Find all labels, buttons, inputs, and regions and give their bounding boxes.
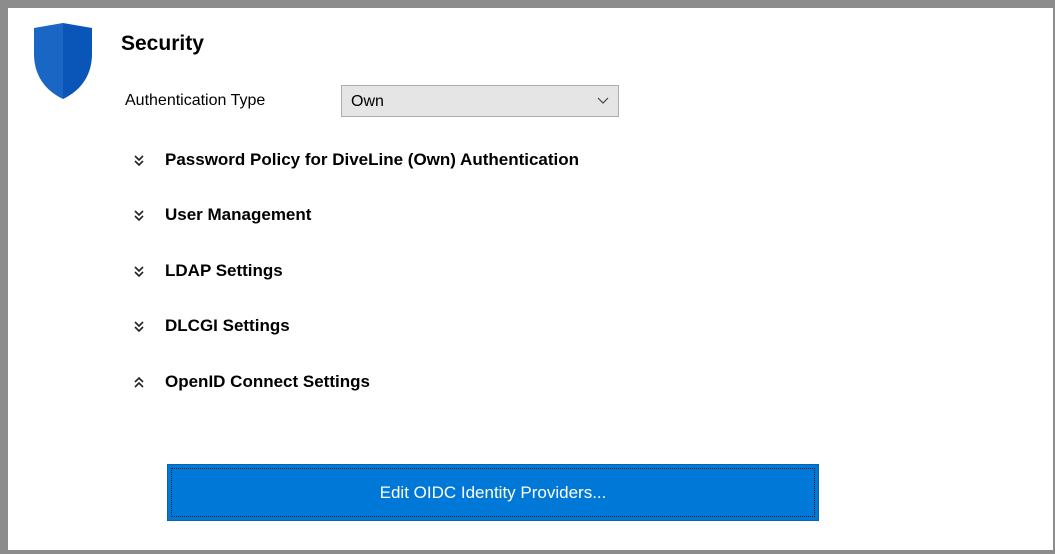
authentication-type-label: Authentication Type: [125, 92, 266, 109]
double-chevron-down-icon: [134, 210, 144, 222]
edit-oidc-identity-providers-button[interactable]: Edit OIDC Identity Providers...: [167, 464, 819, 521]
section-user-management-label: User Management: [165, 205, 312, 224]
section-user-management[interactable]: User Management: [133, 202, 311, 228]
section-openid-connect-settings-label: OpenID Connect Settings: [165, 372, 370, 391]
double-chevron-up-icon: [134, 376, 144, 388]
section-ldap-settings[interactable]: LDAP Settings: [133, 258, 283, 284]
authentication-type-value: Own: [351, 93, 384, 110]
page-title: Security: [121, 32, 204, 55]
chevron-down-icon: [597, 97, 609, 104]
section-dlcgi-settings[interactable]: DLCGI Settings: [133, 313, 290, 339]
section-openid-connect-settings[interactable]: OpenID Connect Settings: [133, 369, 370, 395]
section-ldap-settings-label: LDAP Settings: [165, 261, 283, 280]
section-dlcgi-settings-label: DLCGI Settings: [165, 316, 290, 335]
double-chevron-down-icon: [134, 321, 144, 333]
double-chevron-down-icon: [134, 266, 144, 278]
double-chevron-down-icon: [134, 155, 144, 167]
shield-icon: [34, 23, 92, 99]
authentication-type-dropdown[interactable]: Own: [341, 85, 619, 117]
edit-oidc-identity-providers-label: Edit OIDC Identity Providers...: [379, 483, 607, 502]
section-password-policy[interactable]: Password Policy for DiveLine (Own) Authe…: [133, 147, 579, 173]
section-password-policy-label: Password Policy for DiveLine (Own) Authe…: [165, 150, 580, 169]
